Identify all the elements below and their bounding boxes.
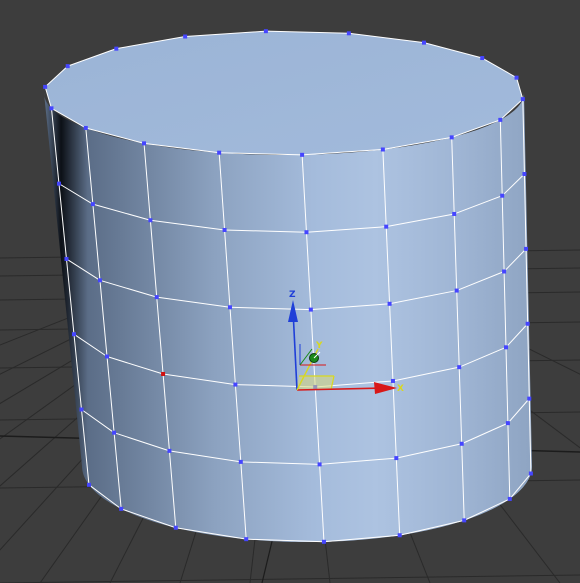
- vertex[interactable]: [525, 321, 530, 326]
- vertex[interactable]: [524, 246, 529, 251]
- vertex[interactable]: [244, 537, 249, 542]
- vertex[interactable]: [304, 230, 309, 235]
- vertex[interactable]: [502, 269, 507, 274]
- vertex[interactable]: [452, 211, 457, 216]
- vertex[interactable]: [462, 518, 467, 523]
- vertex[interactable]: [65, 64, 70, 69]
- vertex[interactable]: [321, 539, 326, 544]
- vertex[interactable]: [380, 147, 385, 152]
- vertex[interactable]: [263, 29, 268, 34]
- vertex[interactable]: [49, 106, 54, 111]
- vertex[interactable]: [505, 421, 510, 426]
- vertex[interactable]: [520, 97, 525, 102]
- vertex[interactable]: [503, 345, 508, 350]
- cylinder-side-surface[interactable]: [44, 93, 532, 542]
- vertex[interactable]: [317, 462, 322, 467]
- vertex[interactable]: [142, 141, 147, 146]
- vertex[interactable]: [500, 193, 505, 198]
- vertex[interactable]: [86, 482, 91, 487]
- vertex[interactable]: [300, 152, 305, 157]
- vertex[interactable]: [459, 441, 464, 446]
- vertex[interactable]: [79, 407, 84, 412]
- vertex[interactable]: [217, 150, 222, 155]
- vertex[interactable]: [507, 496, 512, 501]
- vertex[interactable]: [64, 256, 69, 261]
- vertex[interactable]: [480, 56, 485, 61]
- vertex[interactable]: [227, 305, 232, 310]
- vertex[interactable]: [384, 224, 389, 229]
- vertex[interactable]: [394, 456, 399, 461]
- vertex[interactable]: [457, 365, 462, 370]
- vertex[interactable]: [112, 430, 117, 435]
- vertex[interactable]: [114, 46, 119, 51]
- vertex[interactable]: [387, 301, 392, 306]
- vertex[interactable]: [105, 354, 110, 359]
- vertex[interactable]: [308, 307, 313, 312]
- vertex[interactable]: [167, 448, 172, 453]
- gizmo-x-label: X: [397, 384, 404, 394]
- vertex[interactable]: [83, 125, 88, 130]
- vertex[interactable]: [527, 396, 532, 401]
- vertex[interactable]: [183, 34, 188, 39]
- vertex[interactable]: [90, 202, 95, 207]
- vertex[interactable]: [522, 172, 527, 177]
- vertex[interactable]: [233, 382, 238, 387]
- vertex[interactable]: [154, 295, 159, 300]
- perspective-viewport[interactable]: Z X Y: [0, 0, 580, 583]
- vertex[interactable]: [346, 31, 351, 36]
- vertex[interactable]: [498, 117, 503, 122]
- vertex[interactable]: [148, 218, 153, 223]
- gizmo-plane-handle[interactable]: [296, 376, 334, 390]
- vertex[interactable]: [449, 135, 454, 140]
- vertex[interactable]: [454, 288, 459, 293]
- vertex[interactable]: [173, 525, 178, 530]
- gizmo-y-label: Y: [315, 341, 323, 351]
- vertex[interactable]: [56, 181, 61, 186]
- vertex[interactable]: [43, 84, 48, 89]
- vertex[interactable]: [238, 459, 243, 464]
- vertex[interactable]: [71, 332, 76, 337]
- cylinder-side-faces[interactable]: [44, 93, 532, 542]
- vertex[interactable]: [528, 471, 533, 476]
- vertex[interactable]: [222, 227, 227, 232]
- vertex[interactable]: [97, 278, 102, 283]
- vertex[interactable]: [421, 40, 426, 45]
- grid-line: [0, 574, 580, 583]
- vertex[interactable]: [514, 75, 519, 80]
- vertex[interactable]: [397, 533, 402, 538]
- selected-vertex[interactable]: [161, 371, 166, 376]
- gizmo-z-label: Z: [289, 290, 296, 300]
- vertex[interactable]: [119, 506, 124, 511]
- vertex[interactable]: [390, 378, 395, 383]
